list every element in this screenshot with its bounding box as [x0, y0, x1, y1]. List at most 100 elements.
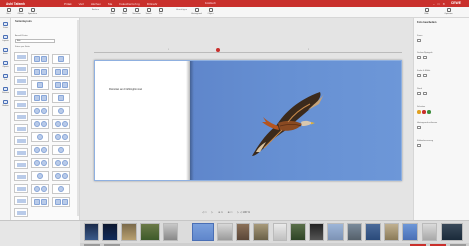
remove-background-controls[interactable]	[417, 126, 421, 129]
film-thumbnail[interactable]	[236, 223, 250, 241]
menu-item[interactable]: Fokochal tof ng	[119, 2, 140, 6]
text-button[interactable]: Text	[154, 8, 167, 17]
menu-item[interactable]: Verl	[79, 2, 84, 6]
film-thumbnail[interactable]	[347, 223, 362, 241]
photo-red-kite[interactable]	[190, 60, 402, 181]
layout-thumbnail[interactable]	[52, 54, 70, 64]
layout-thumbnail[interactable]	[31, 145, 49, 155]
film-thumbnail[interactable]	[163, 223, 178, 241]
rail-item-photos[interactable]: Fotos	[1, 22, 10, 33]
layout-thumbnail[interactable]	[31, 171, 49, 181]
film-thumbnail-selected[interactable]	[192, 223, 214, 241]
color-effect-controls[interactable]	[417, 74, 427, 77]
enhance-controls[interactable]	[417, 144, 421, 147]
layout-category-thumb[interactable]	[14, 196, 28, 205]
layout-thumbnail[interactable]	[31, 119, 49, 129]
film-thumbnail[interactable]	[140, 223, 160, 241]
layout-panel-scrollbar[interactable]	[77, 20, 79, 216]
film-thumbnail[interactable]	[102, 223, 118, 241]
help-button[interactable]: Hilfe	[420, 8, 433, 17]
minimize-button[interactable]: –	[433, 2, 435, 6]
layout-category-thumb[interactable]	[14, 112, 28, 121]
maximize-button[interactable]: □	[438, 2, 440, 6]
save-button[interactable]: Speichern	[26, 8, 39, 17]
film-thumbnail[interactable]	[253, 223, 269, 241]
layout-category-thumb[interactable]	[14, 52, 28, 61]
layout-thumbnail[interactable]	[52, 197, 70, 207]
layout-category-thumb[interactable]	[14, 88, 28, 97]
film-thumbnail[interactable]	[273, 223, 287, 241]
film-thumbnail[interactable]	[84, 223, 99, 241]
shadow-swatches[interactable]	[417, 110, 431, 114]
layout-thumbnail[interactable]	[31, 93, 49, 103]
swatch-red[interactable]	[422, 110, 426, 114]
zoom-controls[interactable]	[417, 39, 421, 42]
layout-thumbnail[interactable]	[31, 158, 49, 168]
left-page-caption[interactable]: Rotmilan am Frühlinghimmel	[109, 88, 142, 91]
layout-thumbnail[interactable]	[31, 197, 49, 207]
layout-thumbnail[interactable]	[52, 67, 70, 77]
film-thumbnail[interactable]	[422, 223, 437, 241]
layout-thumbnail[interactable]	[31, 106, 49, 116]
spine-marker[interactable]	[216, 48, 220, 52]
layout-thumbnail[interactable]	[52, 80, 70, 90]
layout-thumbnail[interactable]	[31, 54, 49, 64]
layout-category-thumb[interactable]	[14, 76, 28, 85]
layout-category-thumb[interactable]	[14, 208, 28, 217]
layout-thumbnail[interactable]	[52, 119, 70, 129]
rail-item-masks[interactable]: Masken	[1, 100, 10, 111]
film-thumbnail[interactable]	[441, 223, 463, 241]
rotate-controls[interactable]	[417, 56, 427, 59]
layout-thumbnail[interactable]	[52, 184, 70, 194]
layout-thumbnail[interactable]	[52, 171, 70, 181]
film-thumbnail[interactable]	[309, 223, 324, 241]
menu-item[interactable]: Fitlinahr	[147, 2, 158, 6]
layout-thumbnail[interactable]	[52, 158, 70, 168]
layout-category-thumb[interactable]	[14, 136, 28, 145]
zoom-out-button[interactable]: ⊖ 1	[218, 211, 222, 214]
rail-item-text[interactable]: Text	[1, 74, 10, 85]
layout-category-thumb[interactable]	[14, 184, 28, 193]
film-thumbnail[interactable]	[327, 223, 344, 241]
layout-thumbnail[interactable]	[31, 67, 49, 77]
border-controls[interactable]	[417, 92, 427, 95]
layout-thumbnail[interactable]	[52, 106, 70, 116]
layout-thumbnail[interactable]	[52, 93, 70, 103]
clipart-button[interactable]: Clipart	[204, 8, 217, 17]
layout-thumbnail[interactable]	[31, 80, 49, 90]
prev-page-button[interactable]: ◁ □	[202, 211, 206, 214]
layout-category-thumb[interactable]	[14, 124, 28, 133]
options-button[interactable]: Optionen	[442, 8, 455, 17]
film-thumbnail[interactable]	[121, 223, 137, 241]
zoom-level[interactable]: ▷ ◁ 100 %	[237, 211, 250, 214]
film-thumbnail[interactable]	[217, 223, 233, 241]
zoom-in-button[interactable]: ⊕ □	[228, 211, 232, 214]
layout-thumbnail[interactable]	[31, 184, 49, 194]
left-page[interactable]: Rotmilan am Frühlinghimmel	[94, 60, 190, 181]
rail-item-frames[interactable]: Rahmen	[1, 87, 10, 98]
layout-thumbnail[interactable]	[52, 145, 70, 155]
swatch-yellow[interactable]	[417, 110, 421, 114]
layout-category-thumb[interactable]	[14, 100, 28, 109]
film-thumbnail[interactable]	[384, 223, 399, 241]
background-button[interactable]: Hintergrund	[190, 8, 203, 17]
rail-item-backgrounds[interactable]: Hinter.	[1, 48, 10, 59]
next-page-button[interactable]: ▷	[211, 211, 213, 214]
swatch-green[interactable]	[427, 110, 431, 114]
layout-category-thumb[interactable]	[14, 172, 28, 181]
photo-count-select[interactable]: Alle	[15, 39, 55, 43]
layout-category-thumb[interactable]	[14, 64, 28, 73]
rail-item-cliparts[interactable]: Cliparts	[1, 61, 10, 72]
layout-thumbnail[interactable]	[52, 132, 70, 142]
film-thumbnail[interactable]	[402, 223, 418, 241]
menu-item[interactable]: Prtlak	[64, 2, 72, 6]
layout-category-thumb[interactable]	[14, 148, 28, 157]
layout-category-thumb[interactable]	[14, 160, 28, 169]
close-button[interactable]: ✕	[442, 2, 445, 6]
film-thumbnail[interactable]	[365, 223, 381, 241]
menu-item[interactable]: Hkchen	[91, 2, 101, 6]
rail-item-layouts[interactable]: Layouts	[1, 35, 10, 46]
menu-item[interactable]: Ma	[108, 2, 112, 6]
layout-thumbnail[interactable]	[31, 132, 49, 142]
film-thumbnail[interactable]	[290, 223, 306, 241]
